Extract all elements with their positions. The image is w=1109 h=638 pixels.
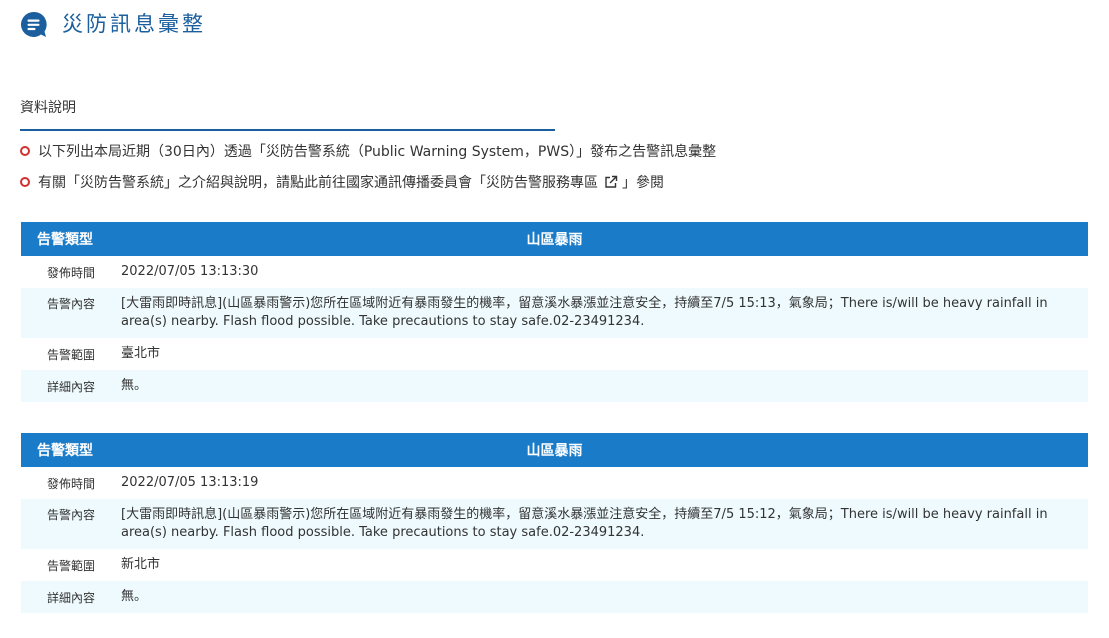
- alert-table: 告警類型 山區暴雨 發佈時間 2022/07/05 13:13:19 告警內容 …: [21, 433, 1088, 613]
- note-item: 以下列出本局近期（30日內）透過「災防告警系統（Public Warning S…: [20, 141, 716, 161]
- note-text: 以下列出本局近期（30日內）透過「災防告警系統（Public Warning S…: [38, 144, 717, 160]
- row-value: [大雷雨即時訊息](山區暴雨警示)您所在區域附近有暴雨發生的機率，留意溪水暴漲並…: [121, 507, 1048, 540]
- bullet-circle-icon: [20, 146, 30, 156]
- speech-bubble-list-icon: [20, 11, 47, 37]
- row-label: 告警範圍: [46, 558, 95, 573]
- row-label: 告警內容: [46, 297, 95, 311]
- row-label: 詳細內容: [46, 379, 95, 394]
- section-divider: [20, 129, 555, 131]
- table-row: 詳細內容 無。: [21, 370, 1088, 402]
- pws-service-link-label: 「災防告警服務專區: [472, 175, 598, 191]
- row-label: 告警範圍: [46, 347, 95, 362]
- notes-list: 以下列出本局近期（30日內）透過「災防告警系統（Public Warning S…: [20, 141, 716, 203]
- row-value: 無。: [121, 378, 148, 393]
- alert-table-header: 告警類型 山區暴雨: [21, 222, 1088, 256]
- external-link-icon: [605, 175, 618, 188]
- note-item: 有關「災防告警系統」之介紹與說明，請點此前往國家通訊傳播委員會 「災防告警服務專…: [20, 172, 716, 192]
- table-row: 告警內容 [大雷雨即時訊息](山區暴雨警示)您所在區域附近有暴雨發生的機率，留意…: [21, 288, 1088, 338]
- alert-type-value: 山區暴雨: [526, 232, 583, 248]
- table-row: 告警範圍 新北市: [21, 549, 1088, 581]
- alert-type-label: 告警類型: [37, 443, 93, 459]
- page-header: 災防訊息彙整: [20, 9, 206, 39]
- alert-type-value: 山區暴雨: [526, 443, 583, 459]
- bullet-circle-icon: [20, 177, 30, 187]
- section-title: 資料說明: [20, 100, 76, 116]
- row-value: 2022/07/05 13:13:30: [121, 264, 259, 279]
- table-row: 發佈時間 2022/07/05 13:13:19: [21, 467, 1088, 499]
- alert-table: 告警類型 山區暴雨 發佈時間 2022/07/05 13:13:30 告警內容 …: [21, 222, 1088, 402]
- row-label: 發佈時間: [46, 476, 95, 491]
- row-label: 發佈時間: [46, 265, 95, 280]
- table-row: 發佈時間 2022/07/05 13:13:30: [21, 256, 1088, 288]
- alert-table-header: 告警類型 山區暴雨: [21, 433, 1088, 467]
- table-row: 告警範圍 臺北市: [21, 338, 1088, 370]
- row-value: 新北市: [121, 557, 161, 572]
- row-value: [大雷雨即時訊息](山區暴雨警示)您所在區域附近有暴雨發生的機率，留意溪水暴漲並…: [121, 296, 1048, 329]
- alert-type-label: 告警類型: [37, 232, 93, 248]
- row-value: 無。: [121, 589, 148, 604]
- row-label: 詳細內容: [46, 590, 95, 605]
- row-value: 2022/07/05 13:13:19: [121, 475, 259, 490]
- row-value: 臺北市: [121, 346, 161, 361]
- row-label: 告警內容: [46, 508, 95, 522]
- page: 災防訊息彙整 資料說明 以下列出本局近期（30日內）透過「災防告警系統（Publ…: [0, 0, 1109, 638]
- note-text-suffix: 」參閱: [622, 175, 664, 191]
- note-text: 有關「災防告警系統」之介紹與說明，請點此前往國家通訊傳播委員會: [38, 175, 472, 191]
- pws-service-link[interactable]: 「災防告警服務專區: [472, 172, 622, 192]
- table-row: 詳細內容 無。: [21, 581, 1088, 613]
- page-title: 災防訊息彙整: [62, 12, 206, 36]
- table-row: 告警內容 [大雷雨即時訊息](山區暴雨警示)您所在區域附近有暴雨發生的機率，留意…: [21, 499, 1088, 549]
